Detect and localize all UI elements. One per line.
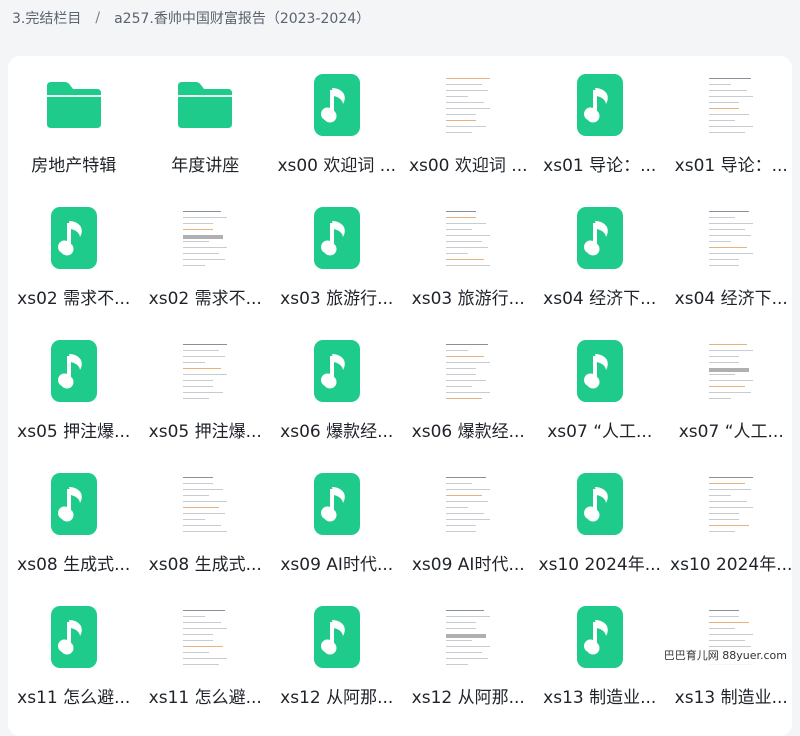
document-file-tile[interactable]: xs01 导论：... xyxy=(666,56,798,189)
document-file-tile[interactable]: xs08 生成式... xyxy=(140,455,272,588)
file-name-label: xs08 生成式... xyxy=(148,555,262,575)
audio-file-tile[interactable]: xs02 需求不... xyxy=(8,189,140,322)
file-name-label: xs07 “人工... xyxy=(547,422,653,442)
document-preview-thumbnail xyxy=(172,604,238,670)
file-name-label: xs10 2024年... xyxy=(670,555,793,575)
music-file-icon xyxy=(567,72,633,138)
document-preview-thumbnail xyxy=(435,604,501,670)
document-preview-thumbnail xyxy=(698,205,764,271)
document-file-tile[interactable]: xs00 欢迎词 ... xyxy=(403,56,535,189)
music-file-icon xyxy=(41,205,107,271)
file-name-label: xs04 经济下... xyxy=(674,289,788,309)
music-file-icon xyxy=(304,604,370,670)
file-name-label: xs10 2024年... xyxy=(538,555,661,575)
file-name-label: xs13 制造业... xyxy=(674,688,788,708)
file-name-label: 年度讲座 xyxy=(171,156,240,176)
document-preview-thumbnail xyxy=(435,72,501,138)
file-name-label: xs13 制造业... xyxy=(543,688,657,708)
music-file-icon xyxy=(304,205,370,271)
file-name-label: xs09 AI时代... xyxy=(280,555,394,575)
music-file-icon xyxy=(567,604,633,670)
audio-file-tile[interactable]: xs03 旅游行... xyxy=(271,189,403,322)
file-name-label: xs01 导论：... xyxy=(543,156,657,176)
document-file-tile[interactable]: xs12 从阿那... xyxy=(403,588,535,721)
folder-icon xyxy=(41,72,107,138)
breadcrumb-parent[interactable]: 3.完结栏目 xyxy=(12,8,81,28)
audio-file-tile[interactable]: xs05 押注爆... xyxy=(8,322,140,455)
music-file-icon xyxy=(304,72,370,138)
document-file-tile[interactable]: xs09 AI时代... xyxy=(403,455,535,588)
audio-file-tile[interactable]: xs13 制造业... xyxy=(534,588,666,721)
music-file-icon xyxy=(41,338,107,404)
breadcrumb-separator: / xyxy=(95,10,101,26)
audio-file-tile[interactable]: xs04 经济下... xyxy=(534,189,666,322)
audio-file-tile[interactable]: xs10 2024年... xyxy=(534,455,666,588)
audio-file-tile[interactable]: xs08 生成式... xyxy=(8,455,140,588)
document-preview-thumbnail xyxy=(172,338,238,404)
music-file-icon xyxy=(304,338,370,404)
music-file-icon xyxy=(567,205,633,271)
audio-file-tile[interactable]: xs07 “人工... xyxy=(534,322,666,455)
music-file-icon xyxy=(41,471,107,537)
file-name-label: xs12 从阿那... xyxy=(411,688,525,708)
document-file-tile[interactable]: xs10 2024年... xyxy=(666,455,798,588)
file-name-label: xs07 “人工... xyxy=(678,422,784,442)
document-preview-thumbnail xyxy=(698,471,764,537)
document-preview-thumbnail xyxy=(172,205,238,271)
file-name-label: xs06 爆款经... xyxy=(411,422,525,442)
audio-file-tile[interactable]: xs00 欢迎词 ... xyxy=(271,56,403,189)
file-name-label: xs12 从阿那... xyxy=(280,688,394,708)
file-name-label: xs00 欢迎词 ... xyxy=(408,156,528,176)
file-name-label: xs01 导论：... xyxy=(674,156,788,176)
file-name-label: xs03 旅游行... xyxy=(280,289,394,309)
breadcrumb: 3.完结栏目 / a257.香帅中国财富报告（2023-2024） xyxy=(12,8,370,28)
audio-file-tile[interactable]: xs11 怎么避... xyxy=(8,588,140,721)
document-preview-thumbnail xyxy=(435,205,501,271)
document-file-tile[interactable]: xs11 怎么避... xyxy=(140,588,272,721)
document-file-tile[interactable]: xs02 需求不... xyxy=(140,189,272,322)
audio-file-tile[interactable]: xs09 AI时代... xyxy=(271,455,403,588)
music-file-icon xyxy=(567,338,633,404)
file-name-label: xs11 怎么避... xyxy=(148,688,262,708)
file-name-label: xs08 生成式... xyxy=(17,555,131,575)
file-name-label: xs03 旅游行... xyxy=(411,289,525,309)
file-name-label: xs02 需求不... xyxy=(17,289,131,309)
folder-icon xyxy=(172,72,238,138)
document-file-tile[interactable]: xs04 经济下... xyxy=(666,189,798,322)
folder-tile[interactable]: 房地产特辑 xyxy=(8,56,140,189)
audio-file-tile[interactable]: xs01 导论：... xyxy=(534,56,666,189)
file-name-label: xs06 爆款经... xyxy=(280,422,394,442)
document-preview-thumbnail xyxy=(172,471,238,537)
file-grid: 房地产特辑 年度讲座 xs00 欢迎词 ... xs00 欢迎词 ... xs01 导论… xyxy=(8,56,797,721)
document-file-tile[interactable]: xs07 “人工... xyxy=(666,322,798,455)
file-name-label: xs00 欢迎词 ... xyxy=(277,156,397,176)
document-file-tile[interactable]: xs06 爆款经... xyxy=(403,322,535,455)
document-preview-thumbnail xyxy=(698,338,764,404)
file-name-label: xs05 押注爆... xyxy=(17,422,131,442)
file-name-label: xs02 需求不... xyxy=(148,289,262,309)
folder-tile[interactable]: 年度讲座 xyxy=(140,56,272,189)
file-grid-panel: 房地产特辑 年度讲座 xs00 欢迎词 ... xs00 欢迎词 ... xs01 导论… xyxy=(8,56,792,736)
file-name-label: xs04 经济下... xyxy=(543,289,657,309)
breadcrumb-current: a257.香帅中国财富报告（2023-2024） xyxy=(114,11,371,27)
file-name-label: 房地产特辑 xyxy=(31,156,117,176)
file-name-label: xs11 怎么避... xyxy=(17,688,131,708)
document-file-tile[interactable]: xs05 押注爆... xyxy=(140,322,272,455)
audio-file-tile[interactable]: xs06 爆款经... xyxy=(271,322,403,455)
music-file-icon xyxy=(41,604,107,670)
audio-file-tile[interactable]: xs12 从阿那... xyxy=(271,588,403,721)
file-name-label: xs09 AI时代... xyxy=(411,555,525,575)
file-name-label: xs05 押注爆... xyxy=(148,422,262,442)
music-file-icon xyxy=(567,471,633,537)
document-file-tile[interactable]: xs03 旅游行... xyxy=(403,189,535,322)
document-preview-thumbnail xyxy=(435,338,501,404)
document-preview-thumbnail xyxy=(698,72,764,138)
document-preview-thumbnail xyxy=(435,471,501,537)
watermark: 巴巴育儿网 88yuer.com xyxy=(660,647,790,665)
music-file-icon xyxy=(304,471,370,537)
